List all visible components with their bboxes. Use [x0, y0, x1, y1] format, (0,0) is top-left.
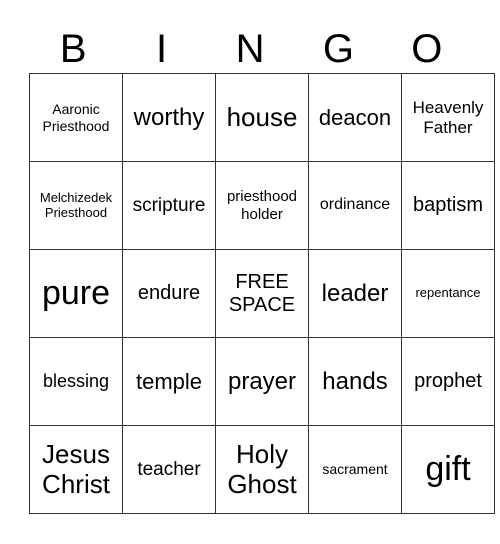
header-letter-n: N	[235, 27, 265, 71]
header-letter-i: I	[156, 27, 168, 71]
card-cell[interactable]: hands	[308, 337, 402, 426]
card-cell[interactable]: priesthood holder	[215, 161, 309, 250]
card-cell[interactable]: Holy Ghost	[215, 425, 309, 514]
free-space-cell[interactable]: FREE SPACE	[215, 249, 309, 338]
header-letter-g: G	[322, 27, 354, 71]
card-row: blessing temple prayer hands prophet	[29, 337, 495, 426]
card-cell[interactable]: prayer	[215, 337, 309, 426]
card-cell[interactable]: deacon	[308, 73, 402, 162]
card-cell[interactable]: blessing	[29, 337, 123, 426]
card-cell[interactable]: scripture	[122, 161, 216, 250]
card-cell[interactable]: leader	[308, 249, 402, 338]
card-cell[interactable]: prophet	[401, 337, 495, 426]
header-letter-o: O	[411, 27, 443, 71]
card-row: Jesus Christ teacher Holy Ghost sacramen…	[29, 425, 495, 514]
card-cell[interactable]: house	[215, 73, 309, 162]
header-letter-b: B	[59, 27, 87, 71]
bingo-header: B I N G O	[29, 24, 471, 74]
card-cell[interactable]: endure	[122, 249, 216, 338]
card-cell[interactable]: temple	[122, 337, 216, 426]
card-cell[interactable]: Jesus Christ	[29, 425, 123, 514]
card-row: pure endure FREE SPACE leader repentance	[29, 249, 495, 338]
card-cell[interactable]: pure	[29, 249, 123, 338]
card-cell[interactable]: teacher	[122, 425, 216, 514]
card-cell[interactable]: worthy	[122, 73, 216, 162]
card-cell[interactable]: sacrament	[308, 425, 402, 514]
card-row: Melchizedek Priesthood scripture priesth…	[29, 161, 495, 250]
card-cell[interactable]: repentance	[401, 249, 495, 338]
card-cell[interactable]: Melchizedek Priesthood	[29, 161, 123, 250]
card-cell[interactable]: gift	[401, 425, 495, 514]
card-cell[interactable]: Heavenly Father	[401, 73, 495, 162]
card-cell[interactable]: ordinance	[308, 161, 402, 250]
card-cell[interactable]: baptism	[401, 161, 495, 250]
card-cell[interactable]: Aaronic Priesthood	[29, 73, 123, 162]
card-row: Aaronic Priesthood worthy house deacon H…	[29, 73, 495, 162]
bingo-card: Aaronic Priesthood worthy house deacon H…	[29, 73, 495, 514]
